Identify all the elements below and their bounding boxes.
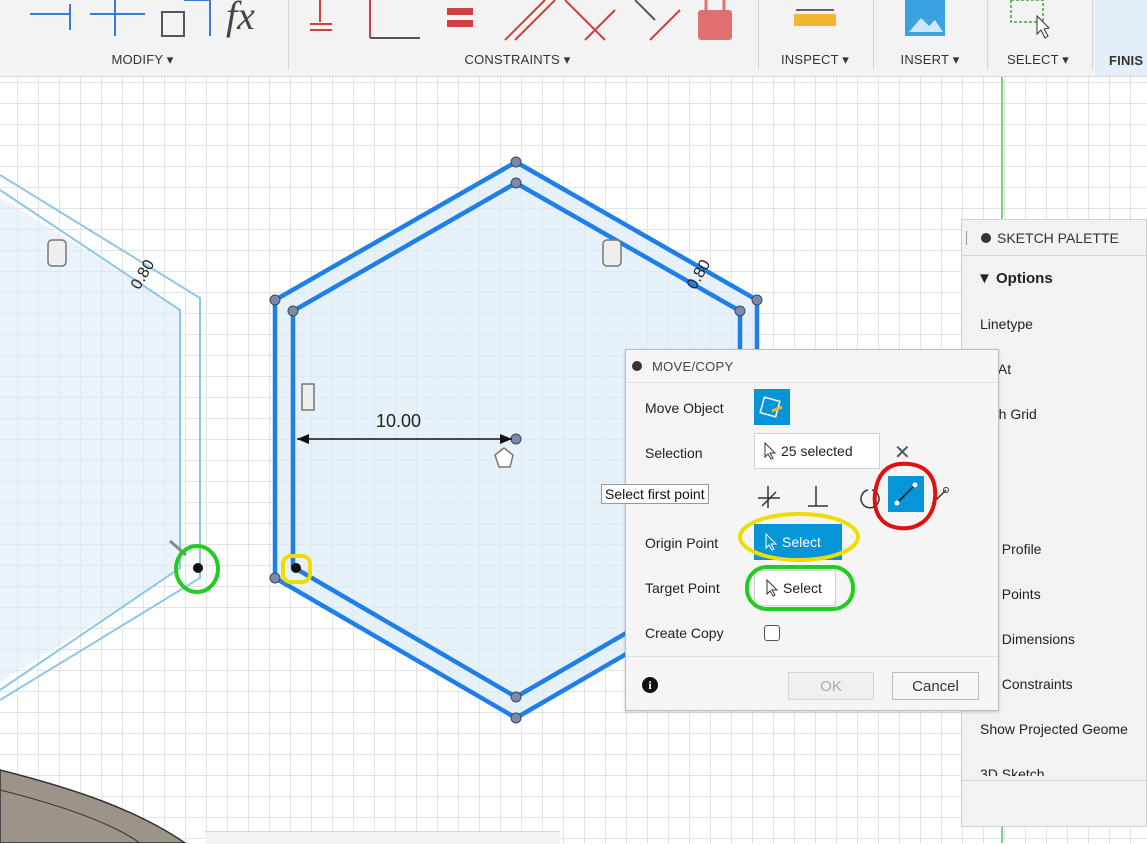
collapse-icon[interactable] — [981, 232, 991, 243]
green-annotation-circle — [745, 565, 855, 611]
sketch-object-icon — [759, 396, 783, 418]
modify-menu[interactable]: MODIFY ▾ — [0, 52, 285, 68]
constraints-group: CONSTRAINTS ▾ — [290, 0, 745, 76]
select-menu[interactable]: SELECT ▾ — [989, 52, 1087, 68]
dialog-title: MOVE/COPY — [652, 358, 734, 374]
target-point-label: Target Point — [645, 580, 720, 596]
move-object-label: Move Object — [645, 400, 724, 416]
select-first-point-tooltip: Select first point — [601, 484, 709, 504]
ribbon-toolbar: fx MODIFY ▾ CONSTRAINTS ▾ INSPECT ▾ INSE… — [0, 0, 1147, 77]
dialog-header[interactable]: MOVE/COPY — [626, 350, 998, 383]
red-annotation-circle — [872, 461, 938, 531]
palette-row-show-projected-geometries[interactable]: Show Projected Geome — [980, 721, 1128, 737]
finish-sketch-group[interactable]: FINIS — [1095, 0, 1147, 76]
dialog-footer: i OK Cancel — [626, 656, 998, 713]
cursor-arrow-icon — [764, 442, 777, 460]
palette-row-3d-sketch[interactable]: 3D Sketch — [980, 766, 1045, 776]
yellow-annotation-circle — [738, 512, 860, 562]
ok-button[interactable]: OK — [788, 672, 874, 700]
toolbar-divider — [987, 0, 988, 70]
selection-field[interactable]: 25 selected — [754, 433, 880, 469]
navigation-bar[interactable] — [205, 831, 560, 844]
origin-point-label: Origin Point — [645, 535, 719, 551]
select-window-icon[interactable] — [1009, 0, 1053, 40]
insert-menu[interactable]: INSERT ▾ — [875, 52, 985, 68]
fx-icon[interactable]: fx — [226, 0, 255, 39]
palette-row-linetype[interactable]: Linetype — [980, 316, 1033, 332]
info-icon[interactable]: i — [642, 677, 658, 693]
options-section[interactable]: ▼ Options — [962, 256, 1146, 288]
constraint-icons[interactable] — [310, 0, 750, 45]
insert-group: INSERT ▾ — [875, 0, 985, 76]
finish-sketch-label[interactable]: FINIS — [1109, 53, 1147, 68]
toolbar-divider — [1092, 0, 1093, 70]
dimension-label[interactable]: 10.00 — [376, 411, 421, 432]
measure-icon[interactable] — [794, 6, 838, 28]
toolbar-divider — [288, 0, 289, 70]
insert-image-icon[interactable] — [905, 0, 947, 38]
create-copy-label: Create Copy — [645, 625, 724, 641]
palette-title: SKETCH PALETTE — [997, 229, 1119, 246]
selection-label: Selection — [645, 445, 703, 461]
toolbar-divider — [758, 0, 759, 70]
palette-header[interactable]: SKETCH PALETTE — [962, 220, 1146, 256]
drag-handle-icon[interactable] — [966, 230, 973, 245]
constraints-menu[interactable]: CONSTRAINTS ▾ — [290, 52, 745, 68]
select-group: SELECT ▾ — [989, 0, 1087, 76]
inspect-group: INSPECT ▾ — [760, 0, 870, 76]
move-object-type-button[interactable] — [754, 389, 790, 425]
move-copy-dialog: MOVE/COPY Move Object Selection 25 selec… — [625, 349, 999, 711]
selection-count: 25 selected — [781, 443, 853, 459]
inspect-menu[interactable]: INSPECT ▾ — [760, 52, 870, 68]
palette-divider — [962, 780, 1146, 781]
collapse-icon[interactable] — [632, 361, 642, 371]
toolbar-divider — [873, 0, 874, 70]
modify-icons[interactable] — [30, 0, 250, 45]
cancel-button[interactable]: Cancel — [892, 672, 979, 700]
create-copy-checkbox[interactable] — [764, 625, 780, 641]
modify-group: fx MODIFY ▾ — [0, 0, 285, 76]
